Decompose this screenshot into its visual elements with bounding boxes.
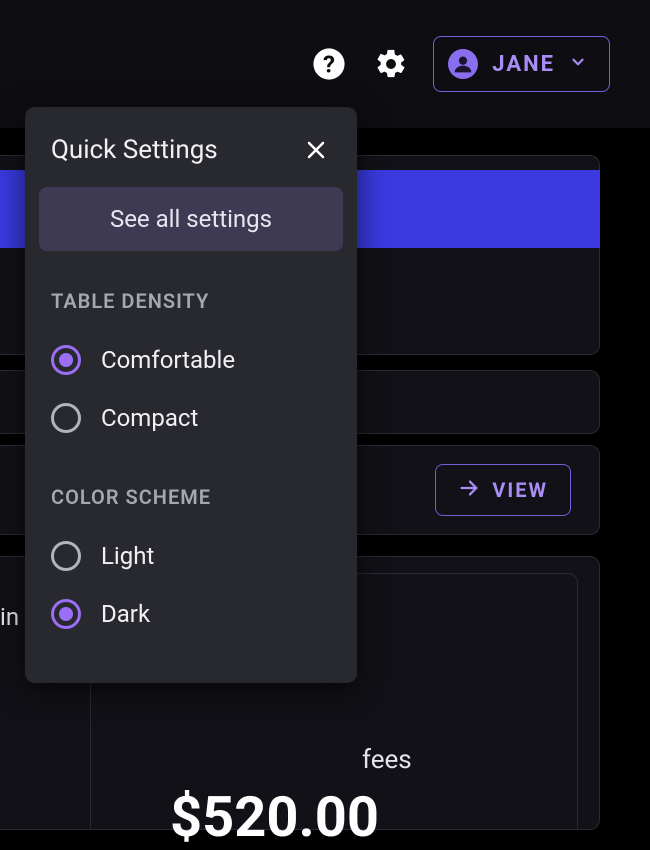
view-button-label: VIEW <box>492 478 548 502</box>
density-option-compact[interactable]: Compact <box>39 389 343 447</box>
radio-label: Light <box>101 542 154 570</box>
radio-label: Dark <box>101 600 150 628</box>
radio-icon <box>51 541 81 571</box>
radio-icon <box>51 403 81 433</box>
user-menu[interactable]: JANE <box>433 36 610 92</box>
chevron-down-icon <box>569 53 587 75</box>
price-text: $520.00 <box>170 784 379 850</box>
radio-label: Compact <box>101 404 198 432</box>
radio-icon <box>51 345 81 375</box>
radio-label: Comfortable <box>101 346 235 374</box>
close-icon[interactable] <box>301 135 331 165</box>
see-all-settings-button[interactable]: See all settings <box>39 187 343 251</box>
fees-text: fees <box>362 745 412 775</box>
partial-text: in <box>0 603 19 631</box>
popover-header: Quick Settings <box>39 135 343 187</box>
gear-icon[interactable] <box>371 44 411 84</box>
help-icon[interactable]: ? <box>309 44 349 84</box>
user-name: JANE <box>492 52 555 77</box>
table-density-label: TABLE DENSITY <box>51 289 343 313</box>
avatar-icon <box>448 49 478 79</box>
arrow-right-icon <box>458 477 480 503</box>
color-option-light[interactable]: Light <box>39 527 343 585</box>
popover-title: Quick Settings <box>51 135 218 165</box>
color-scheme-label: COLOR SCHEME <box>51 485 343 509</box>
radio-icon <box>51 599 81 629</box>
view-button[interactable]: VIEW <box>435 464 571 516</box>
density-option-comfortable[interactable]: Comfortable <box>39 331 343 389</box>
quick-settings-popover: Quick Settings See all settings TABLE DE… <box>25 107 357 683</box>
color-option-dark[interactable]: Dark <box>39 585 343 643</box>
svg-text:?: ? <box>323 51 335 79</box>
